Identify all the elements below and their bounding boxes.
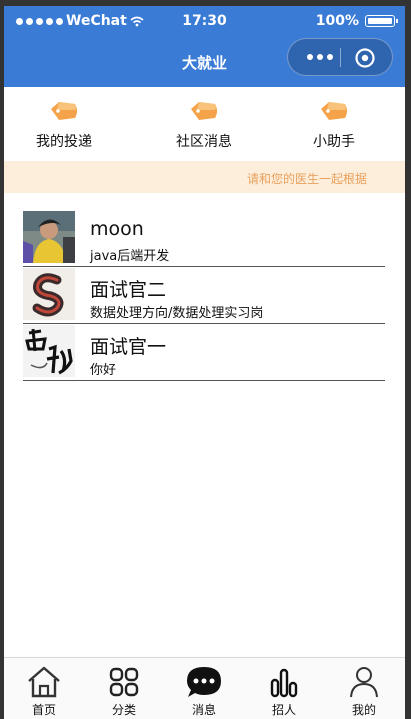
- tab-label: 我的: [351, 703, 376, 717]
- quick-nav-community[interactable]: 社区消息: [144, 87, 264, 161]
- message-list: moon java后端开发 面试官二 数据处理方向/数据处理实习岗 面试官一 你…: [23, 210, 385, 381]
- avatar: [23, 325, 75, 377]
- tab-category[interactable]: 分类: [84, 658, 164, 719]
- bar-chart-icon: [270, 668, 298, 698]
- tab-messages[interactable]: 消息: [164, 658, 244, 719]
- quick-nav-label: 我的投递: [36, 134, 92, 150]
- quick-nav-deliveries[interactable]: 我的投递: [4, 87, 124, 161]
- app-header: WeChat 17:30 100% 大就业: [4, 6, 405, 87]
- notice-bar[interactable]: 请和您的医生一起根据: [4, 161, 405, 193]
- quick-nav-label: 社区消息: [176, 134, 232, 150]
- notice-text: 请和您的医生一起根据: [246, 172, 367, 186]
- contact-name: 面试官二: [90, 279, 167, 301]
- miniprogram-capsule: [287, 38, 393, 76]
- grid-icon: [109, 667, 139, 697]
- avatar: [23, 268, 75, 320]
- battery-percent: 100%: [315, 13, 359, 29]
- tab-label: 招人: [271, 703, 296, 717]
- contact-subtitle: 你好: [90, 363, 117, 378]
- tab-recruit[interactable]: 招人: [244, 658, 324, 719]
- close-target-icon[interactable]: [354, 47, 376, 69]
- tag-icon: [191, 102, 217, 120]
- tab-label: 消息: [191, 703, 216, 717]
- capsule-divider: [340, 48, 341, 67]
- phone-screen: WeChat 17:30 100% 大就业 我的投递 社区消息 小助手 请和您的…: [4, 6, 405, 719]
- tab-label: 分类: [111, 703, 136, 717]
- tag-icon: [51, 102, 77, 120]
- tab-label: 首页: [31, 703, 56, 717]
- contact-name: moon: [90, 218, 144, 240]
- home-icon: [28, 666, 60, 698]
- quick-nav: 我的投递 社区消息 小助手: [4, 87, 405, 161]
- list-item[interactable]: 面试官一 你好: [23, 324, 385, 381]
- contact-subtitle: 数据处理方向/数据处理实习岗: [90, 306, 264, 321]
- bottom-tab-bar: 首页 分类 消息 招人 我的: [4, 657, 405, 719]
- list-item[interactable]: moon java后端开发: [23, 210, 385, 267]
- avatar: [23, 211, 75, 263]
- status-bar: WeChat 17:30 100%: [4, 6, 405, 36]
- contact-subtitle: java后端开发: [90, 249, 170, 264]
- quick-nav-label: 小助手: [313, 134, 355, 150]
- tag-icon: [321, 102, 347, 120]
- tab-mine[interactable]: 我的: [324, 658, 404, 719]
- battery-status: 100%: [315, 13, 398, 29]
- list-item[interactable]: 面试官二 数据处理方向/数据处理实习岗: [23, 267, 385, 324]
- quick-nav-assistant[interactable]: 小助手: [274, 87, 394, 161]
- battery-icon: [365, 15, 398, 27]
- contact-name: 面试官一: [90, 336, 167, 358]
- more-icon[interactable]: [302, 49, 338, 65]
- user-icon: [350, 667, 378, 698]
- chat-bubble-icon: [187, 667, 221, 697]
- tab-home[interactable]: 首页: [4, 658, 84, 719]
